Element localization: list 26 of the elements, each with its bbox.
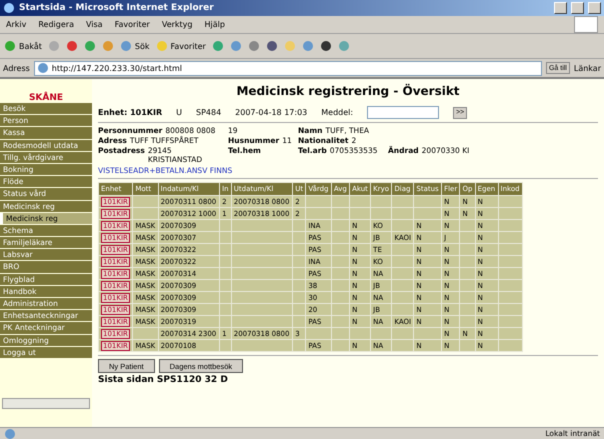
- message-select[interactable]: [367, 106, 440, 119]
- code-text: U: [176, 108, 182, 117]
- section-title: Sista sidan SPS1120 32 D: [98, 375, 229, 385]
- favorites-button[interactable]: Favoriter: [156, 40, 206, 52]
- window-title: Startsida - Microsoft Internet Explorer: [19, 3, 215, 13]
- menu-item[interactable]: Arkiv: [6, 20, 26, 29]
- logo: SKÅNE: [0, 79, 92, 103]
- page-title: Medicinsk registrering - Översikt: [235, 84, 461, 98]
- address-label: Adress: [3, 64, 30, 72]
- address-field[interactable]: http://147.220.233.30/start.html: [34, 60, 542, 76]
- menu-item[interactable]: Favoriter: [114, 20, 150, 29]
- horizontal-scrollbar[interactable]: [2, 398, 90, 409]
- time-text: 2007-04-18 17:03: [235, 108, 308, 117]
- menu-item[interactable]: Hjälp: [204, 20, 225, 29]
- user-text: SP484: [196, 108, 222, 117]
- search-button[interactable]: Sök: [120, 40, 150, 52]
- message-label: Meddel:: [321, 108, 354, 117]
- back-button[interactable]: Bakåt: [4, 40, 42, 52]
- menu-item[interactable]: Visa: [86, 20, 103, 29]
- maximize-button[interactable]: [571, 2, 584, 14]
- menu-item[interactable]: Verktyg: [162, 20, 192, 29]
- minimize-button[interactable]: [554, 2, 567, 14]
- menu-item[interactable]: Redigera: [38, 20, 74, 29]
- links-label[interactable]: Länkar: [574, 64, 601, 72]
- close-button[interactable]: [588, 2, 601, 14]
- unit-text: Enhet: 101KIR: [98, 108, 162, 117]
